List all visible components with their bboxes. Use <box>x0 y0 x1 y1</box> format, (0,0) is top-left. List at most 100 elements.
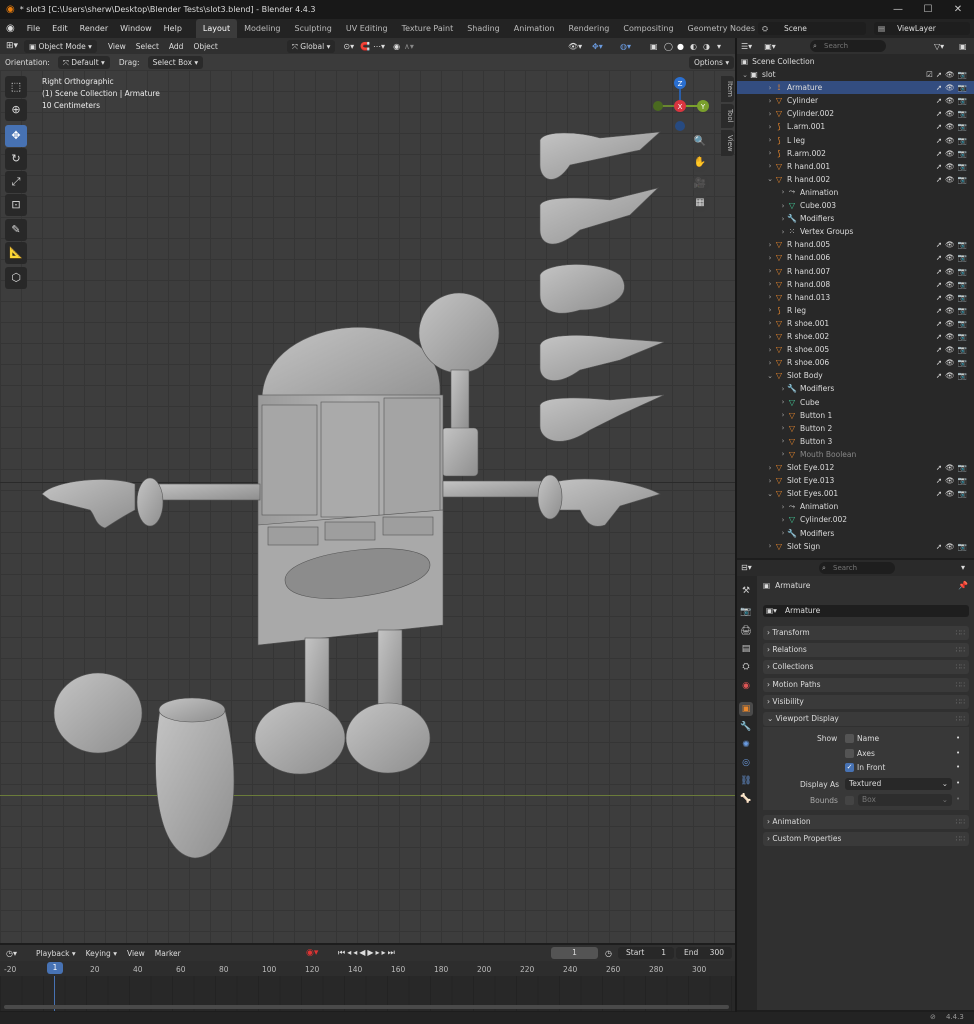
outliner-row[interactable]: › ⤳ Animation <box>737 500 974 513</box>
filter-icon[interactable]: ▽▾ <box>934 42 944 51</box>
chevron-right-icon[interactable]: › <box>779 202 787 210</box>
close-icon[interactable]: ✕ <box>943 0 973 19</box>
zoom-icon[interactable]: 🔍 <box>691 133 709 151</box>
outliner-row[interactable]: › ▽ R hand.008 ➚👁📷 <box>737 278 974 291</box>
chevron-right-icon[interactable]: › <box>779 411 787 419</box>
outliner-row[interactable]: › ▽ Mouth Boolean <box>737 448 974 461</box>
menu-render[interactable]: Render <box>74 19 114 38</box>
visibility-toggle-icons[interactable]: ➚👁📷 <box>936 463 970 472</box>
sidebar-tab-item[interactable]: Item <box>721 76 734 102</box>
panel-transform[interactable]: › Transform ∷∷ <box>763 626 969 640</box>
new-collection-icon[interactable]: ▣ <box>959 42 967 51</box>
outliner-row[interactable]: › ⟆ R.arm.002 ➚👁📷 <box>737 147 974 160</box>
start-frame-field[interactable]: Start 1 <box>618 947 674 959</box>
panel-collections[interactable]: › Collections ∷∷ <box>763 660 969 674</box>
pivot-icon[interactable]: ⊙▾ <box>343 42 354 51</box>
move-tool-icon[interactable]: ✥ <box>5 125 27 147</box>
outliner-row[interactable]: › ▽ Slot Eye.012 ➚👁📷 <box>737 461 974 474</box>
sidebar-tab-tool[interactable]: Tool <box>721 104 734 128</box>
axes-checkbox[interactable] <box>845 749 854 758</box>
visibility-toggle-icons[interactable]: ➚👁📷 <box>936 319 970 328</box>
visibility-toggle-icons[interactable]: ➚👁📷 <box>936 280 970 289</box>
chevron-right-icon[interactable]: › <box>766 359 774 367</box>
workspace-tab-rendering[interactable]: Rendering <box>562 19 617 38</box>
visibility-toggle-icons[interactable]: ➚👁📷 <box>936 109 970 118</box>
camera-view-icon[interactable]: 🎥 <box>691 175 709 193</box>
menu-window[interactable]: Window <box>114 19 158 38</box>
outliner-row[interactable]: ⌄ ▽ Slot Eyes.001 ➚👁📷 <box>737 487 974 500</box>
panel-relations[interactable]: › Relations ∷∷ <box>763 643 969 657</box>
physics-tab-icon[interactable]: ◎ <box>739 756 753 770</box>
particles-tab-icon[interactable]: ✺ <box>739 738 753 752</box>
pin-icon[interactable]: 📌 <box>958 581 968 590</box>
falloff-icon[interactable]: ∧▾ <box>404 42 414 51</box>
menu-help[interactable]: Help <box>158 19 188 38</box>
outliner-row[interactable]: ⌄ ▽ R hand.002 ➚👁📷 <box>737 173 974 186</box>
cursor-tool-icon[interactable]: ⊕ <box>5 99 27 121</box>
outliner-row[interactable]: › ▽ R shoe.005 ➚👁📷 <box>737 343 974 356</box>
display-as-dropdown[interactable]: Textured ⌄ <box>845 778 952 790</box>
menu-edit[interactable]: Edit <box>46 19 74 38</box>
mode-dropdown[interactable]: ▣ Object Mode ▾ <box>24 39 97 53</box>
workspace-tab-modeling[interactable]: Modeling <box>237 19 287 38</box>
visibility-toggle-icons[interactable]: ➚👁📷 <box>936 149 970 158</box>
snap-target-icon[interactable]: ⋯▾ <box>373 42 385 51</box>
view-layer-selector[interactable]: ▤ ViewLayer <box>874 22 970 35</box>
outliner-row[interactable]: › ⟆ L.arm.001 ➚👁📷 <box>737 120 974 133</box>
menu-view[interactable]: View <box>103 42 131 51</box>
chevron-right-icon[interactable]: › <box>766 267 774 275</box>
blender-menu-icon[interactable]: ◉ <box>0 23 21 34</box>
chevron-right-icon[interactable]: › <box>779 188 787 196</box>
visibility-icon[interactable]: 👁▾ <box>568 42 582 51</box>
outliner-row[interactable]: › ▽ R hand.006 ➚👁📷 <box>737 251 974 264</box>
properties-options-icon[interactable]: ▾ <box>961 563 965 572</box>
outliner-row[interactable]: › ▽ R shoe.006 ➚👁📷 <box>737 356 974 369</box>
shading-options-icon[interactable]: ▾ <box>717 42 721 51</box>
visibility-toggle-icons[interactable]: ➚👁📷 <box>936 267 970 276</box>
perspective-grid-icon[interactable]: ▦ <box>691 194 709 212</box>
workspace-tab-compositing[interactable]: Compositing <box>616 19 680 38</box>
minimize-icon[interactable]: — <box>883 0 913 19</box>
outliner-row[interactable]: › ▽ Cylinder.002 ➚👁📷 <box>737 107 974 120</box>
chevron-down-icon[interactable]: ⌄ <box>766 490 774 498</box>
scene-selector[interactable]: ⛭ Scene <box>758 22 866 35</box>
end-frame-field[interactable]: End 300 <box>676 947 732 959</box>
playback-controls[interactable]: ⏮◂◂◀▶▸▸⏭ <box>338 948 397 958</box>
chevron-right-icon[interactable]: › <box>766 280 774 288</box>
render-tab-icon[interactable]: 📷 <box>739 605 753 619</box>
maximize-icon[interactable]: ☐ <box>913 0 943 19</box>
outliner-row[interactable]: ⌄ ▣ slot ☑➚👁📷 <box>737 68 974 81</box>
current-frame-field[interactable]: 1 <box>551 947 598 959</box>
outliner-search[interactable]: ⌕ Search <box>810 40 886 52</box>
panel-viewport-display[interactable]: ⌄ Viewport Display ∷∷ <box>763 712 969 726</box>
menu-file[interactable]: File <box>21 19 46 38</box>
modifiers-tab-icon[interactable]: 🔧 <box>739 720 753 734</box>
chevron-down-icon[interactable]: ⌄ <box>741 71 749 79</box>
add-cube-tool-icon[interactable]: ⬡ <box>5 267 27 289</box>
outliner-row[interactable]: › 🔧 Modifiers <box>737 527 974 540</box>
chevron-right-icon[interactable]: › <box>766 84 774 92</box>
workspace-tab-texture-paint[interactable]: Texture Paint <box>395 19 461 38</box>
output-tab-icon[interactable]: 🖨 <box>739 624 753 638</box>
measure-tool-icon[interactable]: 📐 <box>5 242 27 264</box>
chevron-right-icon[interactable]: › <box>766 306 774 314</box>
workspace-tab-animation[interactable]: Animation <box>507 19 562 38</box>
shading-rendered-icon[interactable]: ◑ <box>703 42 710 51</box>
outliner-row[interactable]: › ▽ R hand.001 ➚👁📷 <box>737 160 974 173</box>
visibility-toggle-icons[interactable]: ➚👁📷 <box>936 476 970 485</box>
shading-solid-icon[interactable]: ● <box>677 42 684 51</box>
chevron-right-icon[interactable]: › <box>766 241 774 249</box>
workspace-tab-layout[interactable]: Layout <box>195 19 238 38</box>
timeline-menu-view[interactable]: View <box>122 949 150 958</box>
visibility-toggle-icons[interactable]: ➚👁📷 <box>936 489 970 498</box>
menu-select[interactable]: Select <box>131 42 164 51</box>
viewport-3d[interactable]: Right Orthographic (1) Scene Collection … <box>0 70 735 943</box>
object-data-tab-icon[interactable]: 🦴 <box>739 792 753 806</box>
object-name-field[interactable]: ▣▾ Armature <box>763 605 969 617</box>
workspace-tab-shading[interactable]: Shading <box>460 19 507 38</box>
timeline-menu-marker[interactable]: Marker <box>150 949 186 958</box>
name-keyframe-dot[interactable]: • <box>956 734 960 742</box>
chevron-down-icon[interactable]: ⌄ <box>766 372 774 380</box>
transform-orientation-dropdown[interactable]: ⤧ Global ▾ <box>286 39 336 53</box>
visibility-toggle-icons[interactable]: ➚👁📷 <box>936 83 970 92</box>
